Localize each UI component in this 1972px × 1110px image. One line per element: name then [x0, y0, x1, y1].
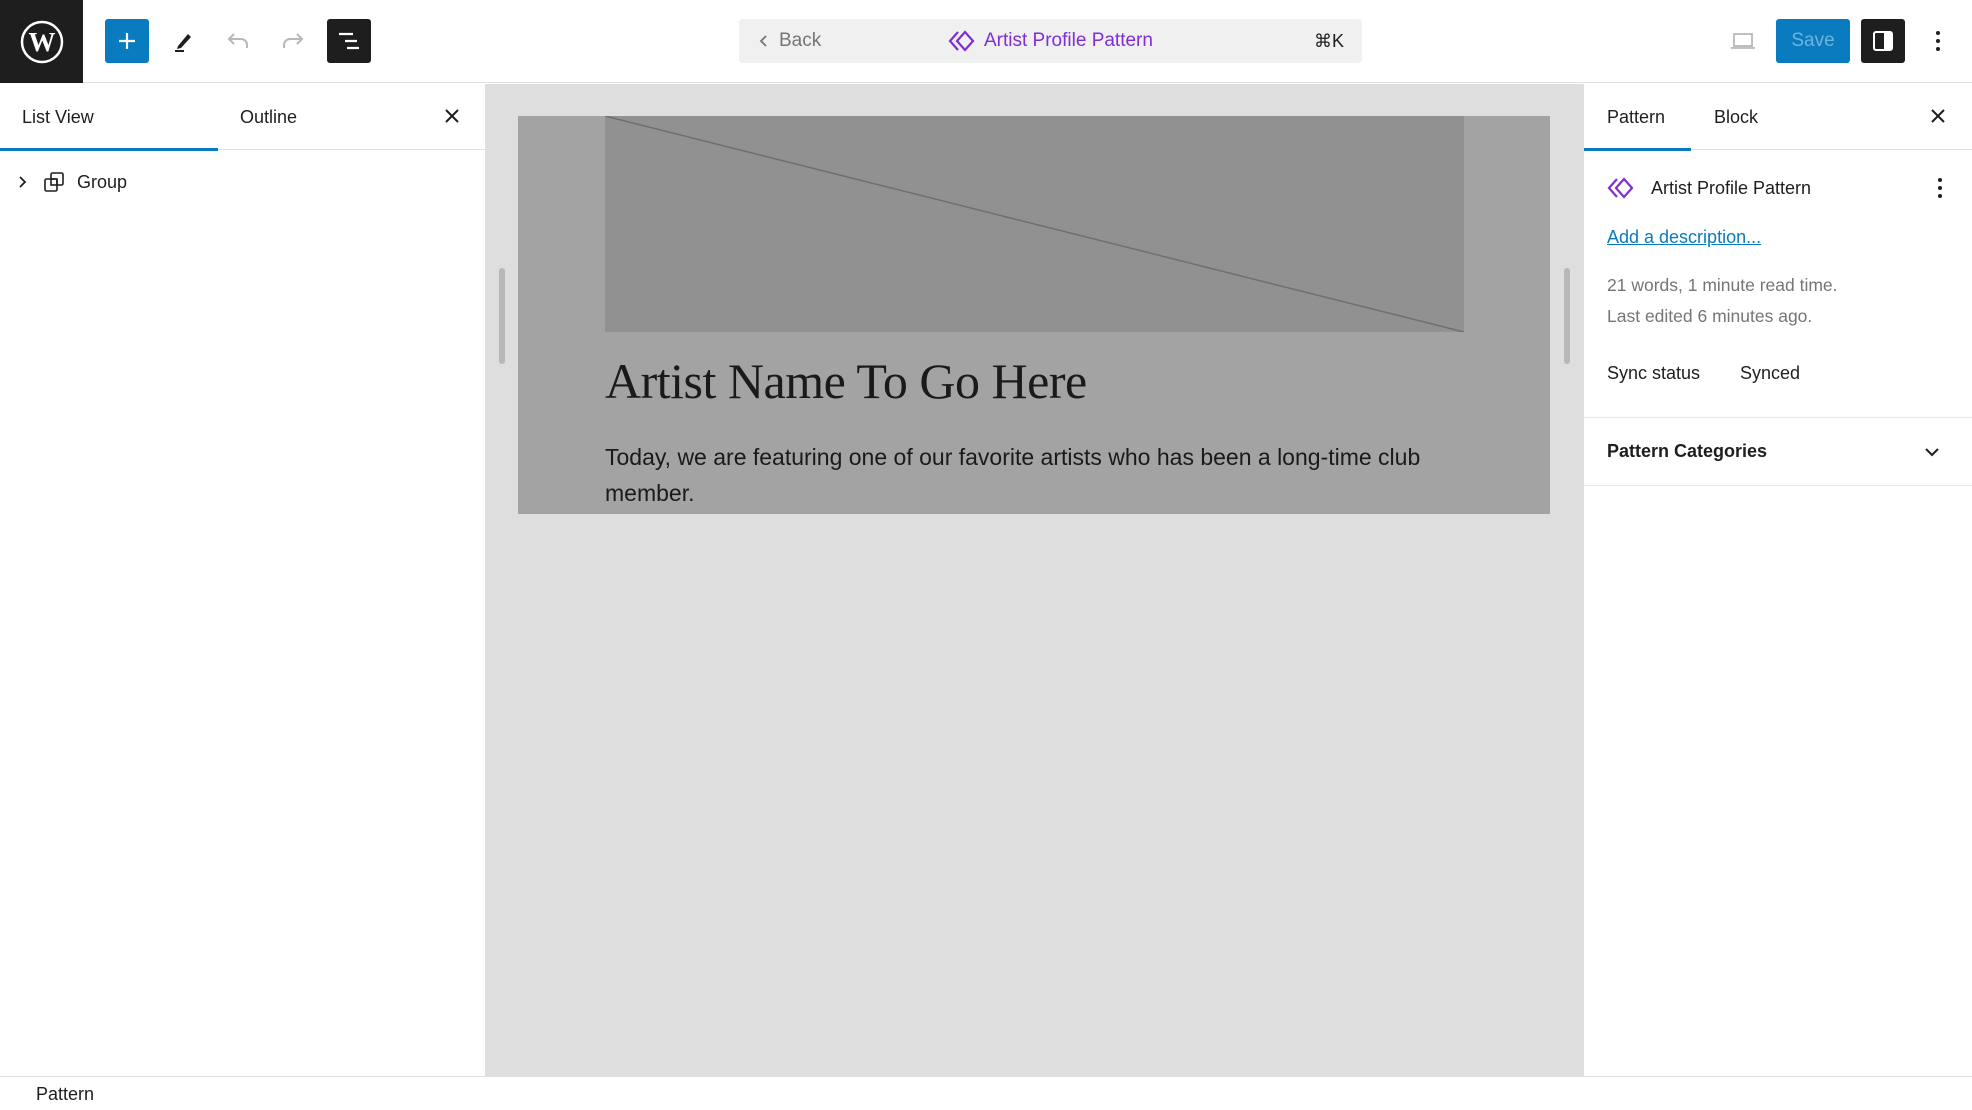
- command-shortcut: ⌘K: [1313, 30, 1344, 51]
- sync-status-value: Synced: [1740, 363, 1801, 383]
- symbol-diamond-icon: [1607, 177, 1634, 199]
- undo-icon: [227, 33, 248, 48]
- command-bar[interactable]: Back Artist Profile Pattern ⌘K: [739, 19, 1362, 63]
- pen-icon: [175, 34, 191, 52]
- sync-status-label: Sync status: [1607, 363, 1701, 383]
- tab-outline[interactable]: Outline: [218, 84, 418, 150]
- divider: [1584, 485, 1972, 486]
- right-panel-tabs: Pattern Block: [1584, 84, 1972, 151]
- svg-text:W: W: [28, 27, 55, 57]
- list-view-button[interactable]: [327, 19, 371, 63]
- word-count: 21 words, 1 minute read time.: [1607, 275, 1838, 295]
- laptop-icon: [1731, 33, 1755, 49]
- left-panel-tabs: List View Outline: [0, 84, 485, 151]
- list-item-label: Group: [77, 171, 128, 192]
- editor-canvas[interactable]: Artist Name To Go Here Today, we are fea…: [486, 84, 1583, 1076]
- more-vertical-icon: [1938, 178, 1942, 198]
- chevron-down-icon: [1925, 448, 1939, 457]
- resize-handle-right[interactable]: [1564, 268, 1570, 364]
- editor-header: W Back Artist Profile Pattern ⌘K Save: [0, 0, 1972, 83]
- plus-icon: [119, 33, 135, 49]
- expand-toggle[interactable]: [12, 172, 32, 192]
- pattern-summary-header: Artist Profile Pattern: [1584, 168, 1972, 208]
- pattern-categories-label: Pattern Categories: [1607, 441, 1768, 461]
- chevron-left-icon: [759, 35, 767, 47]
- list-view-panel: List View Outline Group: [0, 84, 486, 1076]
- close-settings-button[interactable]: [1918, 96, 1958, 136]
- block-breadcrumb-bar: Pattern: [0, 1076, 1972, 1110]
- close-icon: [1931, 109, 1945, 123]
- wordpress-logo-button[interactable]: W: [0, 0, 83, 83]
- close-icon: [445, 109, 459, 123]
- image-placeholder[interactable]: [605, 116, 1464, 332]
- sidebar-icon: [1873, 31, 1893, 51]
- chevron-right-icon: [19, 176, 27, 188]
- back-button[interactable]: Back: [759, 19, 821, 63]
- close-list-view-button[interactable]: [432, 96, 472, 136]
- pattern-actions-button[interactable]: [1925, 168, 1955, 208]
- breadcrumb-pattern[interactable]: Pattern: [36, 1077, 94, 1110]
- tools-button[interactable]: [160, 19, 204, 63]
- placeholder-diagonal-icon: [605, 116, 1464, 332]
- redo-icon: [283, 33, 304, 48]
- group-icon: [44, 172, 64, 192]
- more-vertical-icon: [1936, 31, 1940, 51]
- document-title-label: Artist Profile Pattern: [984, 30, 1153, 51]
- pattern-categories-toggle[interactable]: Pattern Categories: [1584, 418, 1972, 485]
- tab-pattern[interactable]: Pattern: [1584, 84, 1691, 151]
- settings-sidebar: Pattern Block Artist Profile Pattern Add…: [1583, 84, 1972, 1076]
- redo-button[interactable]: [271, 19, 315, 63]
- list-item[interactable]: Group: [0, 160, 485, 204]
- add-block-button[interactable]: [105, 19, 149, 63]
- tab-block[interactable]: Block: [1691, 84, 1781, 150]
- back-label: Back: [779, 30, 822, 51]
- add-description-link[interactable]: Add a description...: [1607, 227, 1761, 248]
- wordpress-logo-icon: W: [20, 20, 63, 63]
- tab-list-view[interactable]: List View: [0, 84, 218, 151]
- settings-button[interactable]: [1861, 19, 1905, 63]
- undo-button[interactable]: [216, 19, 260, 63]
- symbol-diamond-icon: [948, 30, 975, 52]
- device-preview-button[interactable]: [1721, 19, 1765, 63]
- pattern-group-block[interactable]: Artist Name To Go Here Today, we are fea…: [518, 116, 1550, 514]
- resize-handle-left[interactable]: [499, 268, 505, 364]
- pattern-title: Artist Profile Pattern: [1651, 177, 1812, 198]
- last-edited: Last edited 6 minutes ago.: [1607, 306, 1813, 326]
- artist-paragraph[interactable]: Today, we are featuring one of our favor…: [605, 439, 1485, 511]
- artist-heading[interactable]: Artist Name To Go Here: [605, 352, 1087, 410]
- options-button[interactable]: [1916, 19, 1960, 63]
- save-button[interactable]: Save: [1776, 19, 1850, 63]
- document-title[interactable]: Artist Profile Pattern: [948, 19, 1153, 63]
- list-view-icon: [339, 32, 359, 50]
